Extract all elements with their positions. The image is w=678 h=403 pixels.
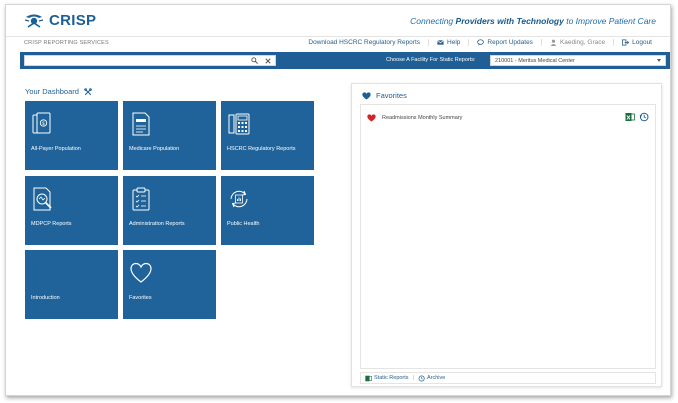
help-link[interactable]: Help [428, 39, 468, 46]
envelope-icon [437, 40, 444, 45]
refresh-chart-icon [230, 190, 248, 208]
excel-icon [365, 375, 372, 381]
tagline-suffix: to Improve Patient Care [563, 16, 656, 26]
app-window: CRISP Connecting Providers with Technolo… [5, 4, 671, 396]
excel-icon[interactable]: X [625, 112, 635, 122]
service-name: CRISP REPORTING SERVICES [24, 40, 109, 46]
clipboard-icon [132, 187, 150, 211]
chat-bubble-icon [477, 39, 485, 46]
tile-label: Medicare Population [129, 146, 180, 152]
tagline-prefix: Connecting [410, 16, 456, 26]
svg-text:$: $ [42, 121, 45, 127]
dollar-bills-icon: $ [32, 112, 51, 134]
favorites-title: Favorites [362, 91, 407, 100]
static-reports-label: Static Reports [374, 375, 409, 381]
report-updates-label: Report Updates [487, 39, 533, 46]
archive-link[interactable]: Archive [418, 374, 446, 382]
favorites-title-text: Favorites [376, 91, 407, 100]
tile-label: MDPCP Reports [31, 221, 72, 227]
medicare-card-icon [132, 112, 150, 136]
favorites-list: Readmissions Monthly Summary X [360, 104, 656, 369]
user-name: Kaeding, Grace [559, 39, 606, 46]
tile-label: Administration Reports [129, 221, 185, 227]
tile-medicare-population[interactable]: Medicare Population [123, 101, 216, 170]
search-icon[interactable] [251, 57, 258, 64]
download-hscrc-label: Download HSCRC Regulatory Reports [308, 39, 421, 46]
logout-icon [622, 39, 630, 46]
tile-introduction[interactable]: Introduction [25, 250, 118, 319]
header: CRISP Connecting Providers with Technolo… [6, 5, 670, 35]
tile-public-health[interactable]: Public Health [221, 176, 314, 245]
dashboard-title: Your Dashboard [25, 87, 92, 96]
list-item[interactable]: Readmissions Monthly Summary [367, 114, 462, 122]
logout-label: Logout [632, 39, 652, 46]
user-icon [550, 39, 557, 46]
calculator-icon [228, 113, 250, 135]
tile-label: Favorites [129, 295, 152, 301]
heart-icon[interactable] [367, 114, 376, 122]
facility-label: Choose A Facility For Static Reports: [386, 57, 476, 63]
heart-outline-icon [130, 262, 152, 283]
logo-text: CRISP [49, 11, 97, 29]
top-nav: CRISP REPORTING SERVICES Download HSCRC … [6, 36, 670, 50]
help-label: Help [447, 39, 461, 46]
history-icon [418, 374, 425, 382]
tile-hscrc-regulatory-reports[interactable]: HSCRC Regulatory Reports [221, 101, 314, 170]
static-reports-link[interactable]: Static Reports [365, 375, 409, 382]
favorites-panel: Favorites Readmissions Monthly Summary X… [351, 83, 662, 387]
crisp-logo-icon [24, 14, 44, 28]
crisp-logo[interactable]: CRISP [24, 11, 96, 29]
tile-label: Public Health [227, 221, 260, 227]
tagline-bold: Providers with Technology [455, 16, 564, 26]
report-updates-link[interactable]: Report Updates [468, 39, 541, 46]
magnifier-document-icon [33, 187, 52, 211]
facility-selected-value: 210001 - Meritus Medical Center [495, 58, 575, 64]
footer-separator: | [412, 375, 414, 381]
clear-icon[interactable] [265, 57, 271, 64]
tile-favorites[interactable]: Favorites [123, 250, 216, 319]
favorite-label: Readmissions Monthly Summary [382, 115, 463, 121]
facility-select[interactable]: 210001 - Meritus Medical Center [490, 55, 666, 66]
chevron-down-icon [657, 59, 661, 62]
report-toolbar: Choose A Facility For Static Reports: 21… [20, 52, 670, 69]
download-hscrc-link[interactable]: Download HSCRC Regulatory Reports [300, 39, 428, 46]
favorites-footer: Static Reports | Archive [360, 372, 656, 384]
top-nav-links: Download HSCRC Regulatory Reports Help R… [300, 39, 660, 46]
tools-icon[interactable] [84, 87, 92, 96]
logout-link[interactable]: Logout [613, 39, 660, 46]
tagline: Connecting Providers with Technology to … [410, 16, 656, 26]
tile-mdpcp-reports[interactable]: MDPCP Reports [25, 176, 118, 245]
archive-label: Archive [426, 375, 446, 381]
heart-icon [362, 91, 371, 100]
user-menu[interactable]: Kaeding, Grace [540, 39, 613, 46]
search-icons [251, 57, 271, 64]
tile-label: HSCRC Regulatory Reports [227, 146, 296, 152]
search-input[interactable] [24, 55, 276, 66]
tile-label: Introduction [31, 295, 60, 301]
favorite-actions: X [625, 112, 649, 122]
dashboard-title-text: Your Dashboard [25, 87, 79, 96]
tile-all-payer-population[interactable]: $ All-Payer Population [25, 101, 118, 170]
history-icon[interactable] [639, 112, 649, 122]
tile-label: All-Payer Population [31, 146, 81, 152]
tile-administration-reports[interactable]: Administration Reports [123, 176, 216, 245]
